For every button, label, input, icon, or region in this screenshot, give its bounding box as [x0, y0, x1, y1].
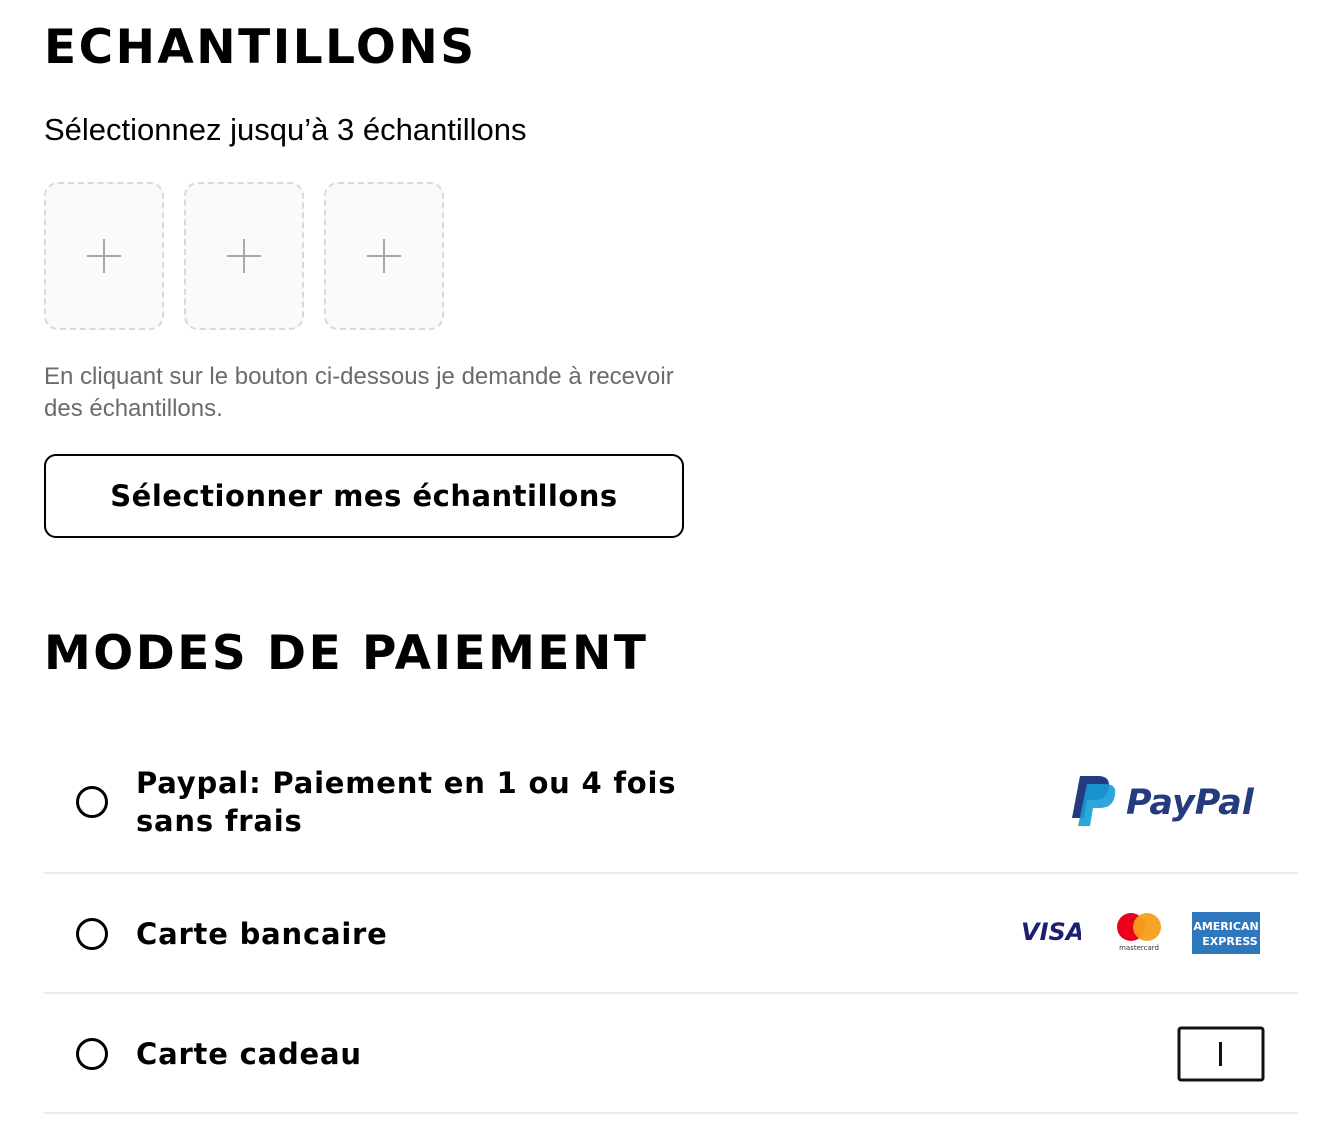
paypal-logo: PayPal — [1072, 776, 1255, 826]
payment-option-label: Carte cadeau — [136, 1037, 362, 1071]
plus-icon — [367, 239, 401, 273]
payment-option-label: Carte bancaire — [136, 917, 388, 951]
mastercard-logo: mastercard — [1117, 913, 1161, 952]
gift-card-icon — [1177, 1026, 1265, 1082]
radio-paypal[interactable] — [76, 786, 108, 818]
plus-icon — [227, 239, 261, 273]
paypal-logo-text: PayPal — [1126, 783, 1255, 823]
sample-slot-1[interactable] — [44, 182, 164, 330]
amex-logo: AMERICAN EXPRESS — [1192, 912, 1260, 954]
mastercard-logo-text: mastercard — [1119, 944, 1159, 952]
sample-slot-3[interactable] — [324, 182, 444, 330]
payment-option-label: Paypal: Paiement en 1 ou 4 fois sans fra… — [136, 766, 677, 838]
visa-logo-text: VISA — [1021, 918, 1081, 944]
payment-title: MODES DE PAIEMENT — [44, 626, 649, 681]
radio-card[interactable] — [76, 918, 108, 950]
visa-logo: VISA — [1021, 918, 1081, 944]
payment-methods-list: Paypal: Paiement en 1 ou 4 fois sans fra… — [44, 732, 1298, 1114]
samples-title: ECHANTILLONS — [44, 20, 477, 75]
select-samples-button[interactable]: Sélectionner mes échantillons — [44, 454, 684, 538]
payment-option-giftcard[interactable]: Carte cadeau — [44, 994, 1298, 1114]
amex-logo-text-2: EXPRESS — [1202, 935, 1257, 948]
payment-option-card[interactable]: Carte bancaire — [44, 874, 1298, 994]
checkout-page: ECHANTILLONS Sélectionnez jusqu’à 3 écha… — [0, 0, 1344, 1144]
sample-slots — [44, 182, 444, 330]
plus-icon — [87, 239, 121, 273]
samples-disclaimer: En cliquant sur le bouton ci-dessous je … — [44, 363, 674, 422]
amex-logo-text-1: AMERICAN — [1193, 920, 1258, 933]
radio-giftcard[interactable] — [76, 1038, 108, 1070]
sample-slot-2[interactable] — [184, 182, 304, 330]
samples-subtitle: Sélectionnez jusqu’à 3 échantillons — [44, 112, 527, 147]
